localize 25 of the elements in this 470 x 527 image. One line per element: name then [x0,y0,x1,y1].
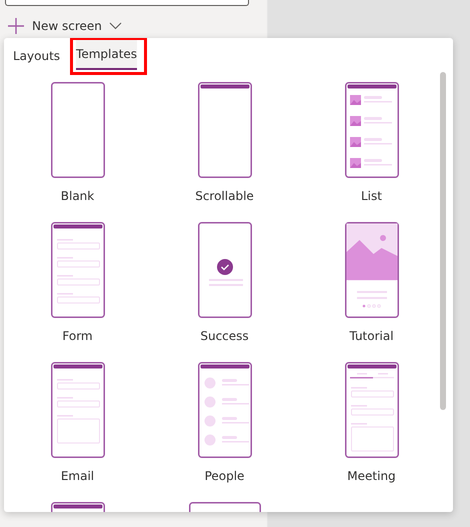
screen-thumbnail-icon [50,222,104,318]
text-field[interactable] [5,0,249,6]
screen-thumbnail-icon [344,362,398,458]
tab[interactable]: Layouts [13,41,60,71]
screen-thumbnail-icon [198,362,252,458]
template-label[interactable]: Form [62,327,93,345]
template-label[interactable]: Success [200,327,249,345]
plus-icon [7,17,25,35]
tab[interactable]: Templates [76,40,138,70]
screen-thumbnail-icon [50,362,104,458]
screen-thumbnail-icon [344,82,398,178]
template-label[interactable]: Tutorial [349,327,394,345]
chevron-down-icon [108,22,122,30]
new-screen-button[interactable]: New screen [7,17,122,35]
template-label[interactable]: Scrollable [195,187,254,205]
template-label[interactable]: List [361,187,382,205]
template-label[interactable]: Meeting [347,467,396,485]
template-label[interactable]: Blank [60,187,94,205]
screen-thumbnail-icon [198,82,252,178]
template-label[interactable]: Email [60,467,94,485]
screen-thumbnail-icon [50,82,104,178]
screen-thumbnail-icon [344,222,398,318]
template-label[interactable]: People [204,467,244,485]
scrollbar[interactable] [440,72,446,410]
screen-thumbnail-icon [198,222,252,318]
